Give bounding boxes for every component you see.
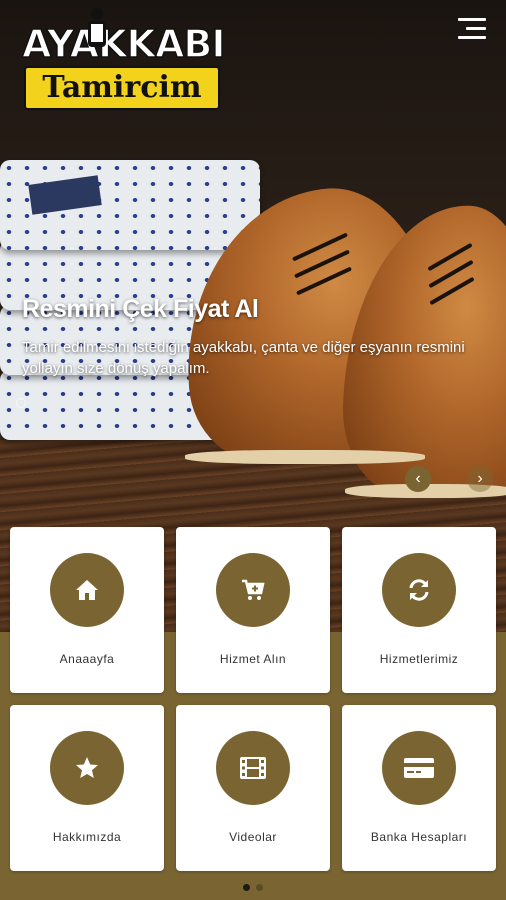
menu-card-hizmet-al[interactable]: Hizmet Alın (176, 527, 330, 693)
page-dot-1[interactable] (243, 884, 250, 891)
menu-card-label: Anaaayfa (59, 652, 115, 666)
page-dot-2[interactable] (256, 884, 263, 891)
menu-card-label: Videolar (229, 830, 277, 844)
menu-card-home[interactable]: Anaaayfa (10, 527, 164, 693)
hamburger-icon[interactable] (458, 18, 486, 40)
slide-indicator (16, 398, 26, 408)
credit-card-icon (404, 758, 434, 778)
chevron-right-icon[interactable]: › (467, 466, 493, 492)
logo-top-text: AYAKKABI (21, 22, 226, 66)
menu-card-banka[interactable]: Banka Hesapları (342, 705, 496, 871)
menu-card-label: Banka Hesapları (370, 830, 468, 844)
refresh-icon (409, 579, 429, 601)
menu-card-hakkimizda[interactable]: Hakkımızda (10, 705, 164, 871)
slide-title: Resmini Çek Fiyat Al (22, 295, 259, 323)
cart-plus-icon (242, 579, 265, 600)
star-icon (76, 757, 98, 778)
repairman-icon (88, 8, 106, 47)
menu-card-label: Hizmetlerimiz (379, 652, 459, 666)
menu-card-label: Hizmet Alın (219, 652, 287, 666)
page-indicator (0, 884, 506, 894)
menu-card-videolar[interactable]: Videolar (176, 705, 330, 871)
app-logo: AYAKKABI Tamircim (21, 8, 226, 110)
film-icon (240, 757, 266, 779)
menu-grid: Anaaayfa Hizmet Alın Hizmetlerimiz Hakkı… (10, 527, 496, 871)
home-icon (76, 580, 98, 600)
chevron-left-icon[interactable]: ‹ (405, 466, 431, 492)
logo-bottom-text: Tamircim (24, 66, 220, 110)
menu-card-label: Hakkımızda (52, 830, 122, 844)
slide-description: Tamir edilmesini istediğin ayakkabı, çan… (22, 339, 465, 377)
menu-card-hizmetlerimiz[interactable]: Hizmetlerimiz (342, 527, 496, 693)
